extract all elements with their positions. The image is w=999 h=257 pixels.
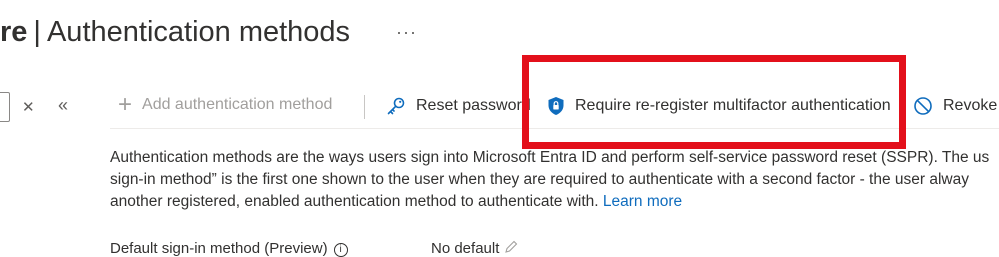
reset-password-label: Reset password [416, 97, 531, 114]
edit-pencil-icon[interactable] [504, 240, 518, 254]
description-line-3: another registered, enabled authenticati… [110, 191, 999, 213]
default-sign-in-method-value-text: No default [431, 240, 500, 257]
learn-more-link[interactable]: Learn more [603, 193, 682, 210]
reset-password-button[interactable]: Reset password [386, 96, 531, 116]
default-sign-in-method-text: Default sign-in method (Preview) [110, 240, 328, 257]
prohibited-icon [914, 97, 932, 115]
default-sign-in-method-label: Default sign-in method (Preview) i [110, 240, 348, 257]
description-text: Authentication methods are the ways user… [110, 147, 999, 213]
title-separator: | [33, 16, 41, 48]
title-prefix: re [0, 16, 28, 48]
description-line-2: sign-in method” is the first one shown t… [110, 171, 969, 188]
more-options-button[interactable]: ··· [396, 22, 417, 43]
revoke-button[interactable]: Revoke [913, 96, 997, 116]
clear-search-icon[interactable]: ✕ [22, 98, 35, 116]
default-sign-in-method-value: No default [431, 240, 518, 257]
collapse-menu-icon[interactable]: « [58, 95, 68, 116]
highlight-annotation-box [522, 55, 906, 149]
key-icon [387, 97, 405, 115]
description-line-3-text: another registered, enabled authenticati… [110, 193, 599, 210]
add-authentication-method-button[interactable]: + Add authentication method [118, 91, 333, 118]
plus-icon: + [118, 91, 133, 118]
title-text: Authentication methods [46, 16, 351, 48]
search-input[interactable] [0, 92, 10, 122]
add-authentication-method-label: Add authentication method [142, 96, 333, 113]
toolbar-divider [364, 95, 365, 119]
description-line-1: Authentication methods are the ways user… [110, 149, 990, 166]
page-title: re | Authentication methods [0, 16, 350, 49]
revoke-label: Revoke [943, 97, 998, 114]
